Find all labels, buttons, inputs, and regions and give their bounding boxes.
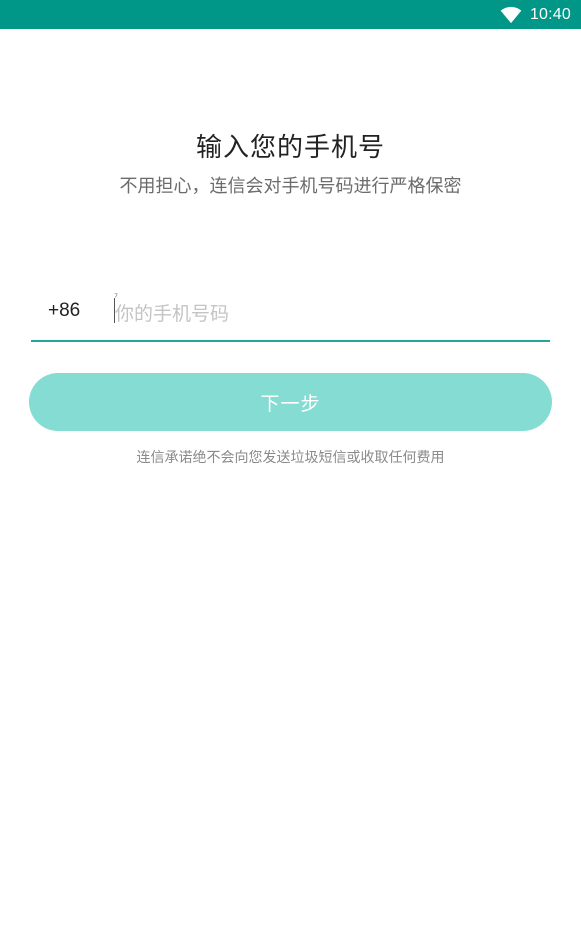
next-step-button[interactable]: 下一步 — [29, 373, 552, 431]
page-subtitle: 不用担心，连信会对手机号码进行严格保密 — [119, 176, 462, 197]
status-bar: 10:40 — [0, 0, 581, 29]
phone-number-row: +86 ⁷ — [31, 290, 550, 342]
text-cursor — [114, 298, 115, 323]
status-time: 10:40 — [529, 5, 571, 23]
privacy-notice: 连信承诺绝不会向您发送垃圾短信或收取任何费用 — [136, 450, 445, 466]
status-right: 10:40 — [500, 0, 571, 29]
wifi-icon — [500, 6, 522, 23]
country-code[interactable]: +86 — [48, 300, 80, 322]
phone-number-input[interactable] — [115, 294, 535, 334]
page-title: 输入您的手机号 — [195, 133, 385, 163]
